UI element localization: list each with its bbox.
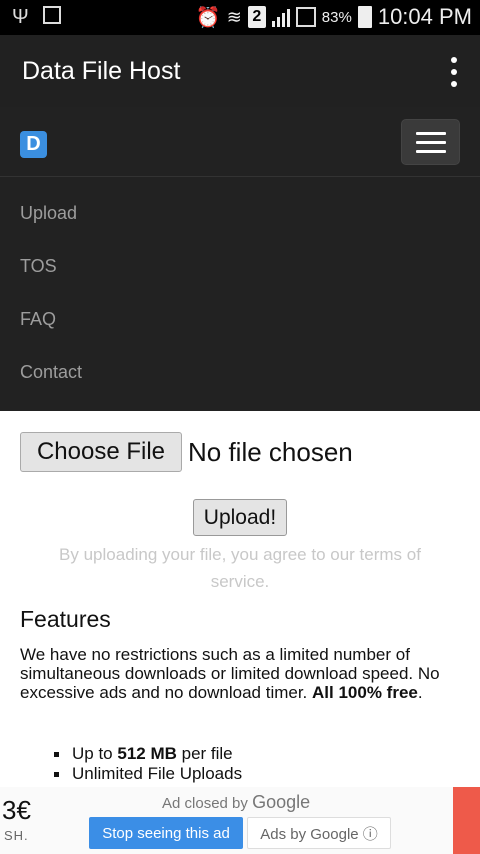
- ad-edge-strip: [453, 787, 480, 854]
- status-right-icons: ⏰ ≋ 2 83% 10:04 PM: [196, 4, 472, 30]
- features-text-end: .: [417, 683, 423, 702]
- app-title: Data File Host: [22, 57, 181, 85]
- nav-item-tos[interactable]: TOS: [20, 256, 57, 277]
- ads-by-google-button[interactable]: Ads by Google ⓘ: [247, 817, 391, 849]
- site-nav: D Upload TOS FAQ Contact: [0, 107, 480, 411]
- battery-percent: 83%: [321, 8, 352, 26]
- site-logo[interactable]: D: [20, 131, 47, 158]
- stop-seeing-ad-button[interactable]: Stop seeing this ad: [89, 817, 243, 849]
- nav-item-contact[interactable]: Contact: [20, 362, 82, 383]
- ad-partial-label: SH.: [4, 828, 29, 843]
- battery-charging-icon: [357, 6, 372, 28]
- status-left-icons: Ψ: [12, 6, 61, 29]
- sim-badge: 2: [247, 6, 266, 28]
- features-list: Up to 512 MB per file Unlimited File Upl…: [52, 744, 242, 784]
- wifi-icon: ≋: [226, 6, 242, 27]
- upload-button[interactable]: Upload!: [193, 499, 287, 536]
- status-bar: Ψ ⏰ ≋ 2 83% 10:04 PM: [0, 0, 480, 35]
- main-content: Choose File No file chosen Upload! By up…: [0, 411, 480, 787]
- clock: 10:04 PM: [377, 4, 472, 29]
- file-status: No file chosen: [188, 436, 353, 467]
- ad-closed-label: Ad closed by Google: [162, 792, 311, 812]
- terms-notice: By uploading your file, you agree to our…: [59, 545, 421, 591]
- more-vert-icon[interactable]: [450, 57, 458, 87]
- ad-partial-number: 3€: [2, 795, 31, 825]
- choose-file-button[interactable]: Choose File: [20, 432, 182, 472]
- signal-box-icon: [295, 7, 316, 27]
- nav-item-upload[interactable]: Upload: [20, 203, 77, 224]
- app-bar: Data File Host: [0, 35, 480, 107]
- google-logo: Google: [252, 792, 311, 812]
- nav-item-faq[interactable]: FAQ: [20, 309, 56, 330]
- usb-icon: Ψ: [12, 6, 29, 28]
- ad-banner: 3€ SH. Ad closed by Google Stop seeing t…: [0, 787, 480, 854]
- list-item: Up to 512 MB per file: [52, 744, 242, 764]
- alarm-icon: ⏰: [195, 6, 221, 29]
- hamburger-menu-button[interactable]: [401, 119, 460, 165]
- file-picker: Choose File No file chosen: [20, 432, 353, 472]
- image-icon: [42, 6, 61, 24]
- features-heading: Features: [20, 606, 111, 632]
- features-text-bold: All 100% free: [312, 683, 418, 702]
- features-description: We have no restrictions such as a limite…: [20, 645, 468, 702]
- signal-icon: [271, 7, 290, 27]
- site-header: D: [0, 107, 480, 177]
- list-item: Unlimited File Uploads: [52, 764, 242, 784]
